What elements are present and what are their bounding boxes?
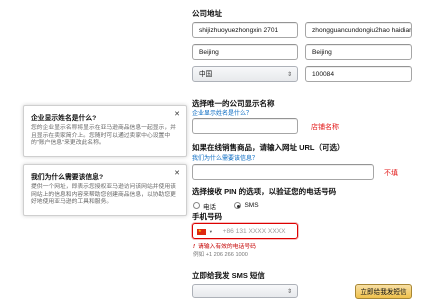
phone-input[interactable]: ★ ▼ +86 131 XXXX XXXX xyxy=(192,223,298,239)
close-icon[interactable]: ✕ xyxy=(174,169,180,177)
radio-sms[interactable] xyxy=(234,202,242,210)
phone-label: 手机号码 xyxy=(192,212,222,221)
phone-example: 例如 +1 206 266 1000 xyxy=(193,252,248,258)
chevron-updown-icon: ⇕ xyxy=(286,72,292,78)
radio-sms-label: SMS xyxy=(244,202,259,210)
sms-language-select[interactable]: ⇕ xyxy=(192,284,298,298)
sms-title: 立即给我发 SMS 短信 xyxy=(192,271,265,280)
pin-option-title: 选择接收 PIN 的选项，以验证您的电话号码 xyxy=(192,187,337,196)
website-help-link[interactable]: 我们为什么需要该信息？ xyxy=(192,153,258,162)
country-select-value: 中国 xyxy=(199,71,213,78)
phone-error: ! 请输入有效的电话号码 xyxy=(193,241,256,250)
display-name-help-link[interactable]: 企业显示姓名是什么？ xyxy=(192,108,252,117)
radio-phone-label: 电话 xyxy=(203,203,216,211)
website-title: 如果在线销售商品，请输入网址 URL（可选） xyxy=(192,143,345,152)
postal-code-input[interactable]: 100084 xyxy=(305,66,412,82)
chevron-updown-icon: ⇕ xyxy=(286,289,292,295)
tooltip-title: 我们为什么需要该信息? xyxy=(31,174,104,181)
address-line2-input[interactable]: zhongguancundongiu2hao haidian xyxy=(305,22,412,38)
tooltip-title: 企业显示姓名是什么? xyxy=(31,115,97,122)
tooltip-body: 您的企业显示名称将显示在亚马逊商品信息一起显示，并且显示在卖家简介上。您随时可以… xyxy=(31,125,176,147)
country-select[interactable]: 中国 ⇕ xyxy=(192,66,298,82)
tooltip-body: 提供一个网址，即表示您授权亚马逊访问该网站并使用该网站上的信息和内容来帮助您创建… xyxy=(31,184,176,206)
state-input[interactable]: Beijing xyxy=(305,44,412,60)
website-url-input[interactable] xyxy=(192,164,374,180)
send-sms-button[interactable]: 立即给我发短信 xyxy=(355,284,412,299)
china-flag-icon: ★ xyxy=(197,229,206,235)
chevron-down-icon[interactable]: ▼ xyxy=(209,229,213,234)
display-name-annotation: 店铺名称 xyxy=(311,124,339,131)
city-input[interactable]: Beijing xyxy=(192,44,298,60)
display-name-tooltip: 企业显示姓名是什么? 您的企业显示名称将显示在亚马逊商品信息一起显示，并且显示在… xyxy=(23,105,187,157)
website-annotation: 不填 xyxy=(384,170,398,177)
radio-phone[interactable] xyxy=(193,202,200,210)
website-tooltip: 我们为什么需要该信息? 提供一个网址，即表示您授权亚马逊访问该网站并使用该网站上… xyxy=(23,164,187,216)
display-name-input[interactable] xyxy=(192,118,298,134)
address-line1-input[interactable]: shijizhuoyuezhongxin 2701 xyxy=(192,22,298,38)
phone-placeholder: +86 131 XXXX XXXX xyxy=(222,228,286,235)
company-address-title: 公司地址 xyxy=(192,9,222,18)
close-icon[interactable]: ✕ xyxy=(174,110,180,118)
